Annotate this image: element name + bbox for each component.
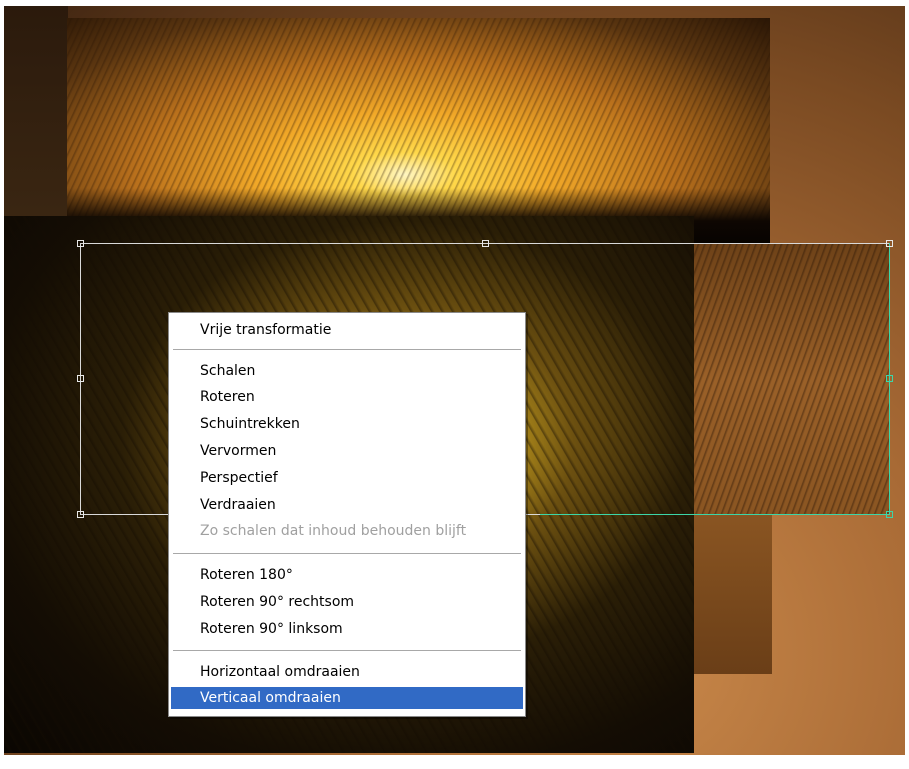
transform-context-menu: Vrije transformatie Schalen Roteren Schu… xyxy=(168,312,526,717)
menu-item-content-aware-scale: Zo schalen dat inhoud behouden blijft xyxy=(200,523,467,539)
menu-item-rotate[interactable]: Roteren xyxy=(171,386,523,408)
transform-handle-middle-right[interactable] xyxy=(886,375,893,382)
menu-item-rotate-180[interactable]: Roteren 180° xyxy=(171,564,523,586)
transform-handle-top-center[interactable] xyxy=(482,240,489,247)
transform-handle-top-left[interactable] xyxy=(77,240,84,247)
transform-handle-middle-left[interactable] xyxy=(77,375,84,382)
menu-item-warp[interactable]: Verdraaien xyxy=(171,494,523,516)
transform-handle-bottom-right[interactable] xyxy=(886,511,893,518)
menu-item-rotate-90-ccw[interactable]: Roteren 90° linksom xyxy=(171,618,523,640)
menu-separator xyxy=(173,650,521,652)
menu-item-scale[interactable]: Schalen xyxy=(171,360,523,382)
menu-separator xyxy=(173,349,521,351)
menu-item-flip-horizontal[interactable]: Horizontaal omdraaien xyxy=(171,661,523,683)
dark-layer-edge xyxy=(4,6,68,216)
transform-box-edge-bottom xyxy=(540,514,890,515)
menu-item-flip-vertical[interactable]: Verticaal omdraaien xyxy=(171,687,523,709)
menu-item-free-transform[interactable]: Vrije transformatie xyxy=(171,319,523,341)
menu-item-skew[interactable]: Schuintrekken xyxy=(171,413,523,435)
transform-handle-bottom-left[interactable] xyxy=(77,511,84,518)
transform-handle-top-right[interactable] xyxy=(886,240,893,247)
menu-item-perspective[interactable]: Perspectief xyxy=(171,467,523,489)
menu-item-distort[interactable]: Vervormen xyxy=(171,440,523,462)
menu-item-rotate-90-cw[interactable]: Roteren 90° rechtsom xyxy=(171,591,523,613)
menu-separator xyxy=(173,553,521,555)
layer-copy-strip xyxy=(694,514,772,674)
sunset-layer[interactable] xyxy=(67,18,770,248)
